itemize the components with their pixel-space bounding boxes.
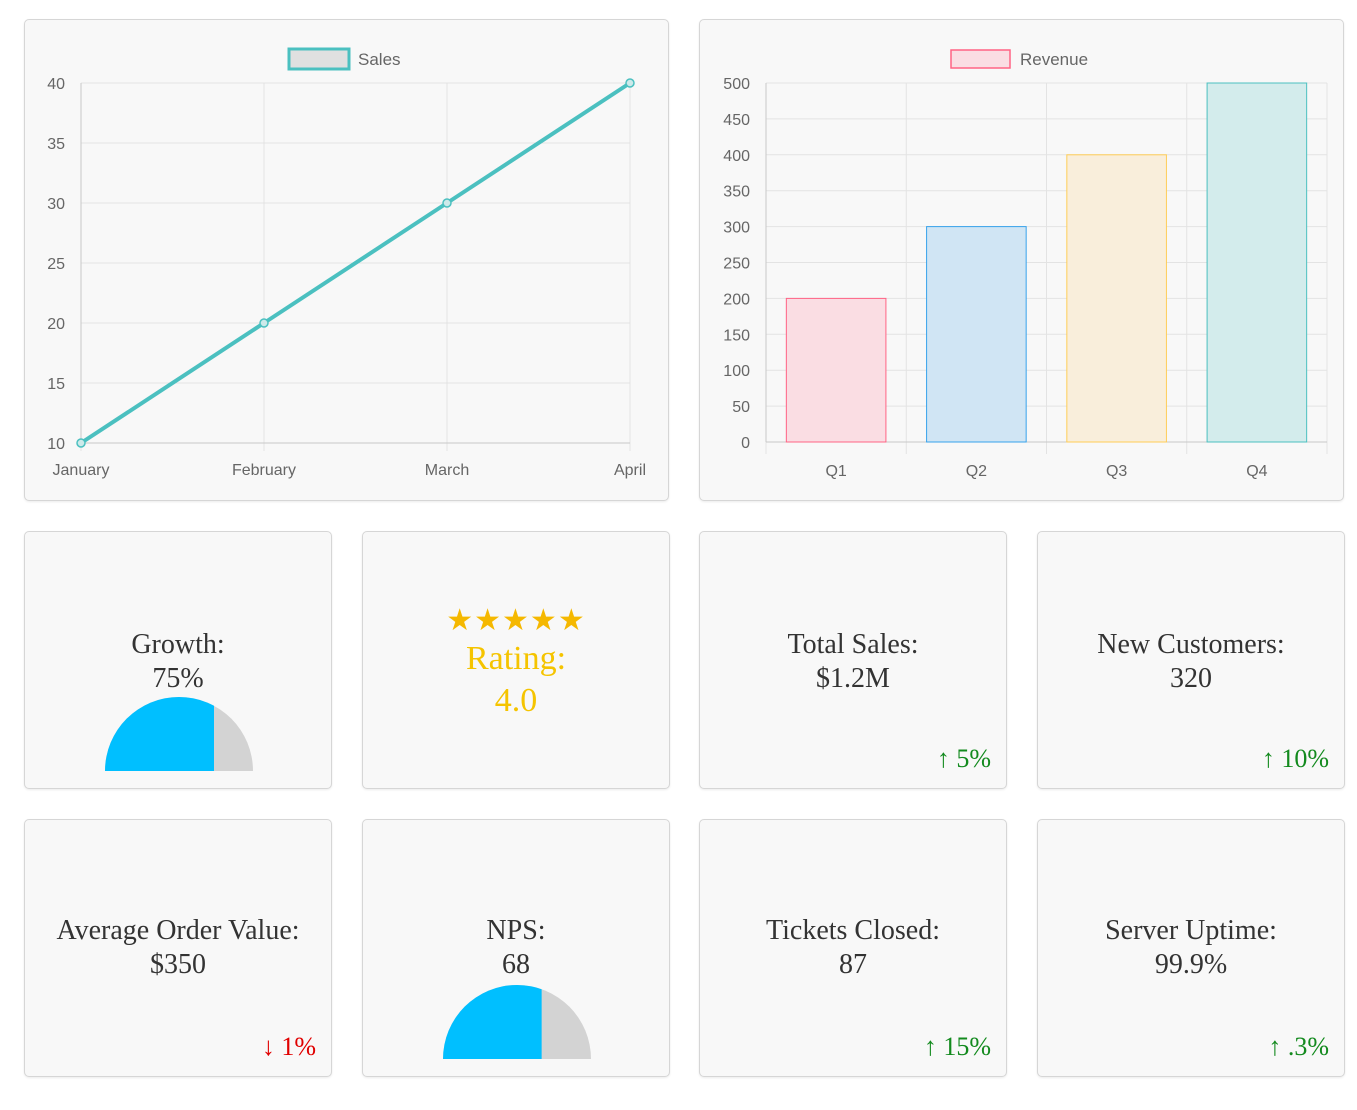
rating-value: 4.0 [494,682,538,719]
growth-label: Growth: [131,629,225,660]
revenue-bar-chart-card: 0 50 100 150 200 250 300 350 400 450 500 Q1 Q2 Q3 Q4 Re… [699,19,1344,501]
y-tick-label: 10 [47,436,65,453]
y-tick-label: 15 [47,376,65,393]
y-tick-label: 100 [723,363,750,380]
x-tick-label: February [232,462,296,479]
revenue-bar-q3 [1066,154,1167,443]
y-tick-label: 150 [723,327,750,344]
y-tick-label: 350 [723,184,750,201]
uptime-card: Server Uptime: 99.9% ↑ .3% [1037,819,1345,1077]
sales-data-point [442,198,452,208]
nps-label: NPS: [486,915,546,946]
growth-value: 75% [152,663,204,694]
uptime-value: 99.9% [1154,949,1228,980]
y-tick-label: 50 [732,399,750,416]
x-tick-label: Q3 [1106,463,1127,480]
tickets-value: 87 [839,949,867,980]
tickets-label: Tickets Closed: [766,915,940,946]
rating-label: Rating: [465,640,567,677]
y-tick-label: 25 [47,256,65,273]
legend-label: Sales [358,50,401,69]
y-tick-label: 300 [723,220,750,237]
new-customers-label: New Customers: [1097,629,1285,660]
total-sales-value: $1.2M [816,663,890,694]
sales-data-point [259,318,269,328]
new-customers-card: New Customers: 320 ↑ 10% [1037,531,1345,789]
revenue-bar-q1 [785,297,887,443]
y-tick-label: 40 [47,76,65,93]
revenue-bar-q4 [1206,82,1308,443]
legend: Sales [287,47,401,71]
legend: Revenue [950,49,1088,69]
x-tick-label: Q4 [1246,463,1267,480]
x-tick-label: Q2 [966,463,987,480]
legend-swatch [287,47,351,71]
y-tick-label: 35 [47,136,65,153]
nps-card: NPS: 68 [362,819,670,1077]
nps-gauge [443,985,591,1059]
y-tick-label: 30 [47,196,65,213]
y-tick-label: 0 [741,435,750,452]
uptime-label: Server Uptime: [1105,915,1277,946]
sales-data-point [625,78,635,88]
new-customers-trend: ↑ 10% [1261,744,1329,773]
new-customers-value: 320 [1170,663,1212,694]
y-tick-label: 20 [47,316,65,333]
tickets-trend: ↑ 15% [923,1032,991,1061]
legend-swatch [950,49,1011,69]
rating-card: ★★★★★ Rating: 4.0 [362,531,670,789]
x-tick-label: March [425,462,469,479]
x-tick-label: Q1 [825,463,846,480]
tickets-card: Tickets Closed: 87 ↑ 15% [699,819,1007,1077]
total-sales-card: Total Sales: $1.2M ↑ 5% [699,531,1007,789]
rating-stars-icon: ★★★★★ [446,603,586,638]
legend-label: Revenue [1020,50,1088,69]
growth-gauge [105,697,253,771]
growth-card: Growth: 75% [24,531,332,789]
x-tick-label: January [53,462,110,479]
revenue-bar-q2 [926,226,1027,443]
nps-value: 68 [502,949,530,980]
y-tick-label: 200 [723,291,750,308]
sales-data-point [76,438,86,448]
sales-line-chart: 10 15 20 25 30 35 40 January February March April S… [47,47,646,479]
revenue-bar-chart: 0 50 100 150 200 250 300 350 400 450 500 Q1 Q2 Q3 Q4 Re… [723,49,1328,480]
x-tick-label: April [614,462,646,479]
total-sales-label: Total Sales: [787,629,919,660]
y-tick-label: 450 [723,112,750,129]
y-tick-label: 250 [723,256,750,273]
y-tick-label: 500 [723,76,750,93]
y-tick-label: 400 [723,148,750,165]
sales-line-chart-card: 10 15 20 25 30 35 40 January February March April S… [24,19,669,501]
avg-order-card: Average Order Value: $350 ↓ 1% [24,819,332,1077]
avg-order-label: Average Order Value: [56,915,300,946]
avg-order-value: $350 [150,949,206,980]
total-sales-trend: ↑ 5% [936,744,991,773]
uptime-trend: ↑ .3% [1268,1032,1329,1061]
avg-order-trend: ↓ 1% [261,1032,316,1061]
